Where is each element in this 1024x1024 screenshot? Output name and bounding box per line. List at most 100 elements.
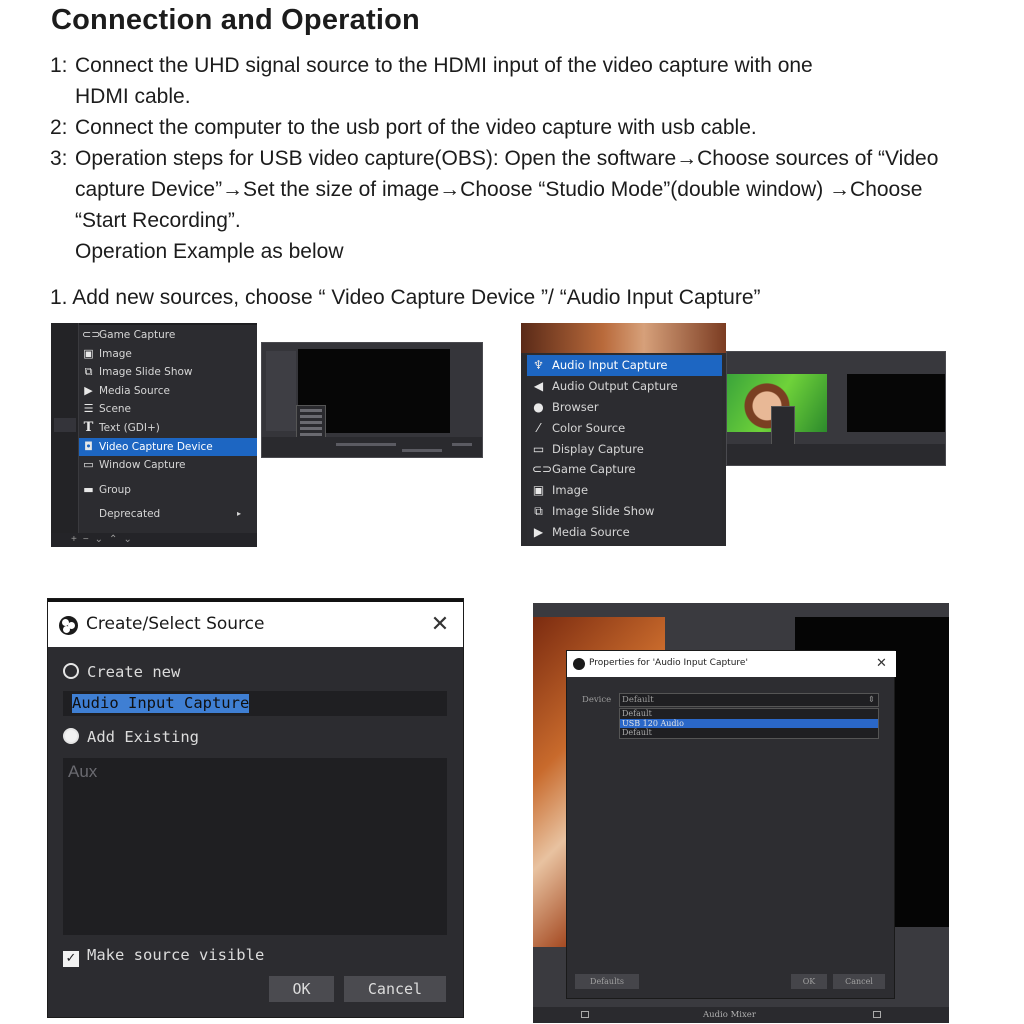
scene-panel <box>266 351 296 431</box>
device-select[interactable]: Default ⇕ <box>619 693 879 707</box>
obs-window-preview-1 <box>261 342 483 458</box>
dock-icon[interactable] <box>581 1011 589 1018</box>
menu-item-label: Display Capture <box>552 441 644 456</box>
menu-item-image-slide-show[interactable]: ⧉ Image Slide Show <box>527 501 722 522</box>
obs-window-preview-2 <box>726 351 946 466</box>
menu-item-label: Deprecated <box>99 508 161 521</box>
menu-item-display-capture[interactable]: ▭ Display Capture <box>527 439 722 460</box>
source-toolbar: +−⌄⌃⌄ <box>51 533 257 547</box>
menu-item-browser[interactable]: ● Browser <box>527 397 722 418</box>
chevron-updown-icon: ⇕ <box>867 695 875 705</box>
microphone-icon: ♆ <box>533 358 544 372</box>
menu-item-game-capture[interactable]: ⊂⊃ Game Capture <box>79 326 257 345</box>
defaults-button[interactable]: Defaults <box>575 974 639 989</box>
steps-list: 1: Connect the UHD signal source to the … <box>50 50 1010 267</box>
step-1: 1: Connect the UHD signal source to the … <box>50 50 1010 112</box>
menu-item-label: Scene <box>99 403 132 416</box>
add-source-menu: ♆ Audio Input Capture ◀ Audio Output Captu… <box>527 354 722 544</box>
create-new-label: Create new <box>87 663 181 681</box>
dialog-title: Properties for 'Audio Input Capture' <box>589 658 748 668</box>
play-icon: ▶ <box>533 525 544 540</box>
cancel-button[interactable]: Cancel <box>344 976 446 1002</box>
make-visible-option[interactable]: ✓ Make source visible <box>63 946 264 967</box>
menu-item-image[interactable]: ▣ Image <box>79 345 257 364</box>
menu-item-image[interactable]: ▣ Image <box>527 480 722 501</box>
menu-item-deprecated[interactable]: Deprecated ▸ <box>79 505 257 524</box>
window-icon: ▭ <box>83 458 94 472</box>
camera-icon: ◘ <box>84 439 93 453</box>
menu-item-audio-input-capture[interactable]: ♆ Audio Input Capture <box>527 355 722 376</box>
step-number: 3: <box>50 147 68 170</box>
existing-sources-list[interactable]: Aux <box>63 758 447 935</box>
menu-item-label: Audio Input Capture <box>552 358 668 372</box>
add-icon[interactable]: +−⌄⌃⌄ <box>71 534 138 545</box>
radio-add-existing[interactable] <box>63 728 79 744</box>
properties-screenshot: Properties for 'Audio Input Capture' ✕ D… <box>533 603 949 1023</box>
obs-logo-icon <box>59 616 78 635</box>
mixer-bar <box>727 444 945 465</box>
program-canvas <box>847 374 945 432</box>
menu-item-text[interactable]: T Text (GDI+) <box>79 419 257 438</box>
dropdown-option[interactable]: Default <box>620 728 878 738</box>
background-photo <box>521 323 726 353</box>
device-dropdown[interactable]: Default USB 120 Audio Default <box>619 708 879 739</box>
menu-item-scene[interactable]: ☰ Scene <box>79 400 257 419</box>
close-icon[interactable]: ✕ <box>428 611 452 637</box>
menu-item-label: Video Capture Device <box>99 440 213 453</box>
globe-icon: ● <box>533 399 544 414</box>
dropdown-option[interactable]: Default <box>620 709 878 719</box>
create-new-option[interactable]: Create new <box>63 663 180 681</box>
step-text: Connect the computer to the usb port of … <box>75 116 757 139</box>
properties-dialog: Properties for 'Audio Input Capture' ✕ D… <box>566 650 896 999</box>
menu-item-image-slide-show[interactable]: ⧉ Image Slide Show <box>79 363 257 382</box>
radio-create-new[interactable] <box>63 663 79 679</box>
page-title: Connection and Operation <box>51 4 420 36</box>
gamepad-icon: ⊂⊃ <box>532 462 553 477</box>
add-existing-label: Add Existing <box>87 728 199 746</box>
image-icon: ▣ <box>83 346 94 360</box>
image-icon: ▣ <box>532 483 545 498</box>
obs-logo-icon <box>573 658 585 670</box>
dropdown-option-selected[interactable]: USB 120 Audio <box>620 718 878 728</box>
source-name-value: Audio Input Capture <box>72 694 250 713</box>
create-select-source-dialog: Create/Select Source ✕ Create new Audio … <box>47 598 464 1018</box>
list-item[interactable]: Aux <box>68 762 97 782</box>
mixer-bar <box>262 437 482 457</box>
text-icon: T <box>83 419 94 435</box>
menu-item-label: Media Source <box>552 525 630 540</box>
menu-item-media-source[interactable]: ▶ Media Source <box>79 382 257 401</box>
ok-button[interactable]: OK <box>791 974 827 989</box>
menu-item-label: Text (GDI+) <box>99 421 160 434</box>
menu-item-color-source[interactable]: ⁄ Color Source <box>527 418 722 439</box>
list-icon: ☰ <box>83 402 94 416</box>
dock-icon[interactable] <box>873 1011 881 1018</box>
menu-item-label: Color Source <box>552 420 626 435</box>
play-icon: ▶ <box>84 383 93 397</box>
menu-item-label: Browser <box>552 399 599 414</box>
menu-item-group[interactable]: ▬ Group <box>79 481 257 500</box>
ok-button[interactable]: OK <box>269 976 334 1002</box>
menu-item-label: Audio Output Capture <box>552 378 678 393</box>
add-existing-option[interactable]: Add Existing <box>63 728 199 746</box>
menu-item-window-capture[interactable]: ▭ Window Capture <box>79 456 257 475</box>
menu-item-label: Game Capture <box>552 462 636 477</box>
menu-item-label: Image <box>552 483 589 498</box>
step-text: Connect the UHD signal source to the HDM… <box>75 54 813 108</box>
step-number: 2: <box>50 116 68 139</box>
menu-item-video-capture-device[interactable]: ◘ Video Capture Device <box>79 437 257 457</box>
source-name-input[interactable]: Audio Input Capture <box>63 691 447 716</box>
menu-item-media-source[interactable]: ▶ Media Source <box>527 522 722 543</box>
sources-panel <box>51 323 79 547</box>
menu-item-label: Window Capture <box>99 459 186 472</box>
checkbox-make-visible[interactable]: ✓ <box>63 951 79 967</box>
brush-icon: ⁄ <box>537 420 540 435</box>
menu-item-label: Image Slide Show <box>552 504 655 519</box>
dialog-titlebar: Create/Select Source ✕ <box>48 599 463 647</box>
audio-mixer-bar: Audio Mixer <box>533 1007 949 1023</box>
menu-item-audio-output-capture[interactable]: ◀ Audio Output Capture <box>527 376 722 397</box>
device-value: Default <box>622 695 654 705</box>
menu-item-game-capture[interactable]: ⊂⊃ Game Capture <box>527 459 722 480</box>
cancel-button[interactable]: Cancel <box>833 974 885 989</box>
close-icon[interactable]: ✕ <box>876 655 887 671</box>
folder-icon: ▬ <box>83 482 94 496</box>
